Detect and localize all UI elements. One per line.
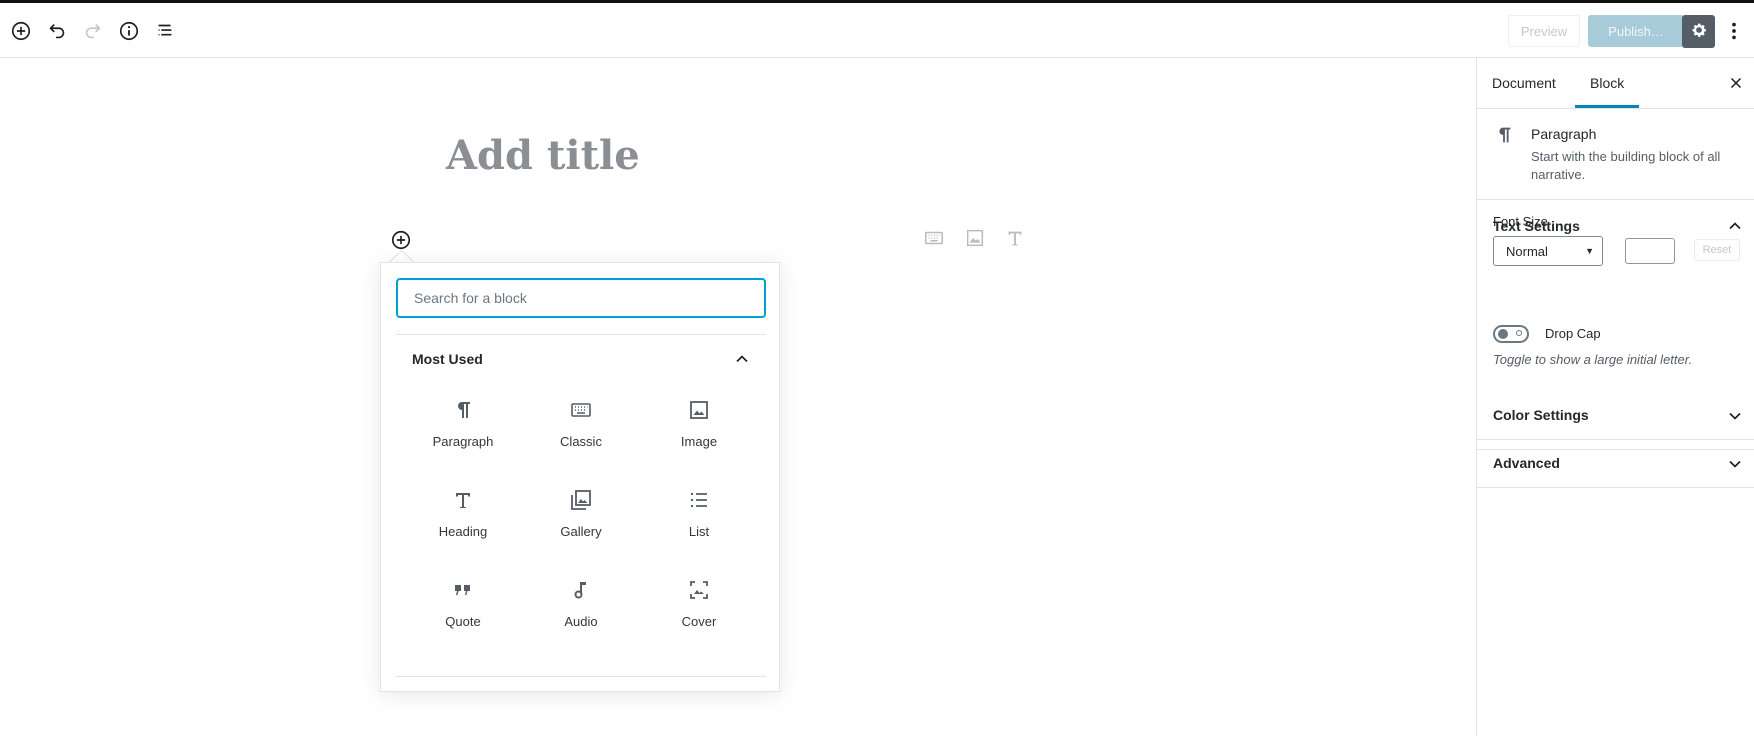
- block-item-label: Cover: [681, 614, 717, 629]
- cover-icon: [687, 572, 711, 608]
- drop-cap-help: Toggle to show a large initial letter.: [1493, 352, 1693, 367]
- editor-toolbar: Preview Publish…: [0, 3, 1754, 58]
- settings-sidebar: Document Block Paragraph Start with the …: [1476, 58, 1754, 736]
- toggle-off-indicator: [1516, 330, 1522, 336]
- quote-icon: [451, 572, 475, 608]
- drop-cap-toggle[interactable]: [1493, 325, 1529, 343]
- sidebar-tabs: Document Block: [1477, 58, 1754, 109]
- tab-block[interactable]: Block: [1575, 58, 1640, 108]
- advanced-title[interactable]: Advanced: [1493, 455, 1560, 471]
- block-item-label: Classic: [560, 434, 602, 449]
- block-item-gallery[interactable]: Gallery: [522, 478, 640, 556]
- block-item-label: List: [688, 524, 710, 539]
- search-divider: [396, 334, 766, 335]
- font-size-reset-button[interactable]: Reset: [1694, 239, 1740, 261]
- keyboard-icon[interactable]: [922, 226, 946, 250]
- font-size-select[interactable]: Normal ▼: [1493, 236, 1603, 266]
- redo-icon[interactable]: [81, 19, 105, 43]
- block-item-heading[interactable]: Heading: [404, 478, 522, 556]
- info-icon[interactable]: [117, 19, 141, 43]
- block-item-label: Paragraph: [432, 434, 494, 449]
- chevron-up-icon[interactable]: [730, 347, 754, 371]
- image-icon: [687, 392, 711, 428]
- block-item-label: Audio: [564, 614, 598, 629]
- most-used-panel-title[interactable]: Most Used: [412, 351, 483, 367]
- more-options-button[interactable]: [1720, 17, 1748, 47]
- paragraph-icon: [451, 392, 475, 428]
- block-item-label: Heading: [438, 524, 488, 539]
- preview-button[interactable]: Preview: [1508, 15, 1580, 47]
- block-item-image[interactable]: Image: [640, 388, 758, 466]
- block-item-quote[interactable]: Quote: [404, 568, 522, 646]
- block-item-cover[interactable]: Cover: [640, 568, 758, 646]
- chevron-down-icon[interactable]: [1723, 452, 1747, 476]
- chevron-up-icon[interactable]: [1723, 214, 1747, 238]
- heading-icon: [451, 482, 475, 518]
- block-search-input[interactable]: [396, 278, 766, 318]
- image-icon[interactable]: [963, 226, 987, 250]
- font-size-value: Normal: [1506, 243, 1548, 259]
- block-card-title: Paragraph: [1531, 126, 1597, 142]
- settings-button[interactable]: [1682, 15, 1715, 48]
- block-card: Paragraph Start with the building block …: [1477, 108, 1754, 200]
- add-block-icon[interactable]: [9, 19, 33, 43]
- keyboard-icon: [569, 392, 593, 428]
- paragraph-icon: [1493, 124, 1515, 152]
- toggle-knob: [1498, 329, 1508, 339]
- block-item-label: Image: [680, 434, 718, 449]
- chevron-down-icon[interactable]: [1723, 404, 1747, 428]
- block-item-list[interactable]: List: [640, 478, 758, 556]
- caret-down-icon: ▼: [1585, 246, 1594, 256]
- drop-cap-label: Drop Cap: [1545, 326, 1601, 341]
- list-icon: [687, 482, 711, 518]
- more-vertical-icon: [1723, 20, 1745, 45]
- tab-document[interactable]: Document: [1478, 58, 1570, 108]
- font-size-label: Font Size: [1493, 214, 1548, 229]
- add-block-icon: [391, 230, 411, 250]
- post-title-field[interactable]: Add title: [446, 132, 640, 179]
- custom-font-size-input[interactable]: [1625, 238, 1675, 264]
- block-item-classic[interactable]: Classic: [522, 388, 640, 466]
- color-settings-panel: Color Settings: [1477, 392, 1754, 440]
- publish-button[interactable]: Publish…: [1588, 15, 1684, 47]
- block-inserter-popover: Most Used Paragraph Classic Image: [380, 262, 780, 692]
- color-settings-title[interactable]: Color Settings: [1493, 407, 1589, 423]
- advanced-panel: Advanced: [1477, 440, 1754, 488]
- panel-bottom-divider: [396, 676, 766, 677]
- block-item-paragraph[interactable]: Paragraph: [404, 388, 522, 466]
- audio-icon: [569, 572, 593, 608]
- gear-icon: [1689, 20, 1709, 43]
- block-navigation-icon[interactable]: [153, 19, 177, 43]
- close-icon[interactable]: [1725, 72, 1747, 94]
- block-item-audio[interactable]: Audio: [522, 568, 640, 646]
- block-card-description: Start with the building block of all nar…: [1531, 149, 1721, 182]
- heading-icon[interactable]: [1003, 226, 1027, 250]
- block-item-label: Gallery: [560, 524, 602, 539]
- undo-icon[interactable]: [45, 19, 69, 43]
- gallery-icon: [569, 482, 593, 518]
- block-item-label: Quote: [445, 614, 481, 629]
